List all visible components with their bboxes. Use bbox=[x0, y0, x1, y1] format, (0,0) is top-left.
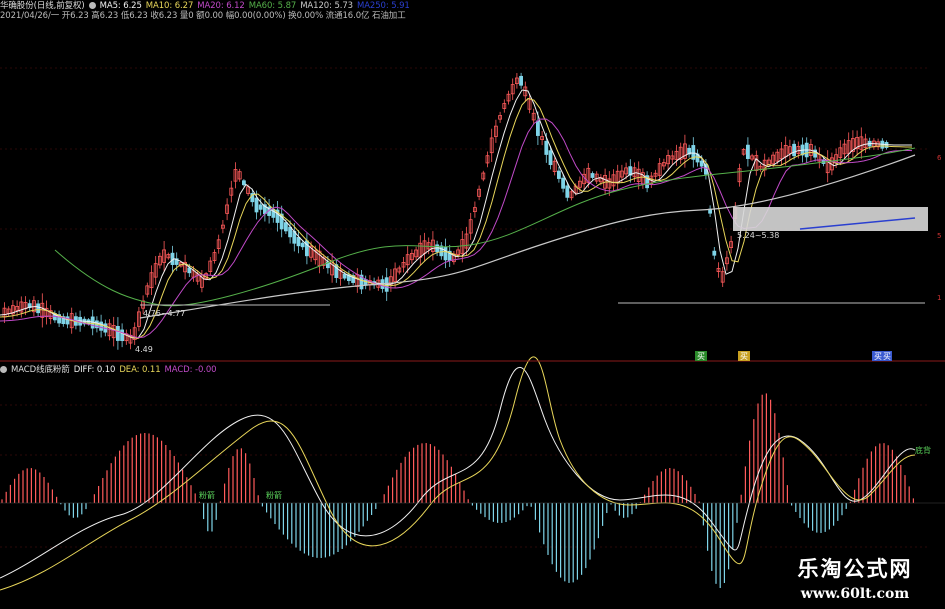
axis-label-1: 6 bbox=[937, 154, 942, 162]
level-label-left: 4.76~4.77 bbox=[143, 309, 185, 318]
watermark-title: 乐淘公式网 bbox=[797, 557, 913, 581]
macd-signal-left: 粉箭 bbox=[199, 490, 215, 500]
candle-body bbox=[590, 173, 595, 178]
macd-settings-icon[interactable] bbox=[0, 366, 7, 373]
candle-body bbox=[557, 170, 561, 179]
candle-body bbox=[443, 246, 448, 261]
axis-label-3: 1 bbox=[937, 294, 941, 302]
candle-body bbox=[699, 160, 704, 167]
candle-body bbox=[561, 177, 565, 189]
buy-signal-1: 买 bbox=[697, 352, 705, 361]
grid-lines bbox=[0, 67, 930, 548]
axis-label-2: 5 bbox=[937, 232, 941, 240]
low-price-label: 4.49 bbox=[135, 345, 153, 354]
candle-body bbox=[565, 185, 570, 198]
candle-body bbox=[283, 222, 288, 232]
candle-body bbox=[254, 197, 259, 213]
candle-body bbox=[288, 226, 293, 238]
candle-body bbox=[342, 273, 347, 279]
diff-line bbox=[0, 367, 916, 579]
candle-body bbox=[36, 303, 40, 314]
ma120-line bbox=[139, 154, 916, 319]
candle-body bbox=[544, 140, 549, 155]
candle-body bbox=[439, 245, 444, 257]
macd-signal-mid: 粉箭 bbox=[266, 490, 282, 500]
candle-body bbox=[746, 144, 750, 159]
candle-body bbox=[241, 180, 246, 186]
dea-label: DEA: 0.11 bbox=[119, 365, 161, 375]
candle-body bbox=[300, 242, 305, 248]
candle-body bbox=[116, 325, 120, 341]
watermark: 乐淘公式网 www.60lt.com bbox=[765, 549, 945, 609]
candle-body bbox=[363, 279, 368, 286]
buy-signal-3: 买 bbox=[874, 352, 882, 361]
candle-body bbox=[548, 150, 553, 166]
candle-body bbox=[792, 143, 796, 157]
macd-signal-right: 底背 bbox=[915, 445, 931, 455]
candle-body bbox=[120, 329, 124, 342]
candle-body bbox=[536, 120, 540, 136]
diff-label: DIFF: 0.10 bbox=[73, 365, 116, 375]
buy-signal-4: 买 bbox=[883, 352, 891, 361]
macd-value-label: MACD: -0.00 bbox=[164, 365, 217, 375]
buy-signal-2: 买 bbox=[740, 352, 748, 361]
candle-body bbox=[712, 250, 717, 256]
candle-body bbox=[258, 204, 263, 210]
candle-body bbox=[99, 321, 103, 331]
watermark-url: www.60lt.com bbox=[800, 586, 910, 602]
candle-body bbox=[296, 237, 301, 247]
candle-body bbox=[519, 75, 523, 86]
macd-name[interactable]: MACD线底粉箭 bbox=[11, 365, 70, 375]
level-label-right: 5.24~5.38 bbox=[737, 231, 779, 240]
candle-body bbox=[187, 267, 192, 274]
kline-chart[interactable]: 4.49 4.76~4.77 5.24~5.38 6 5 1 买 买 买 买 粉… bbox=[0, 0, 945, 609]
macd-info-bar: MACD线底粉箭 DIFF: 0.10 DEA: 0.11 MACD: -0.00 bbox=[0, 364, 221, 376]
